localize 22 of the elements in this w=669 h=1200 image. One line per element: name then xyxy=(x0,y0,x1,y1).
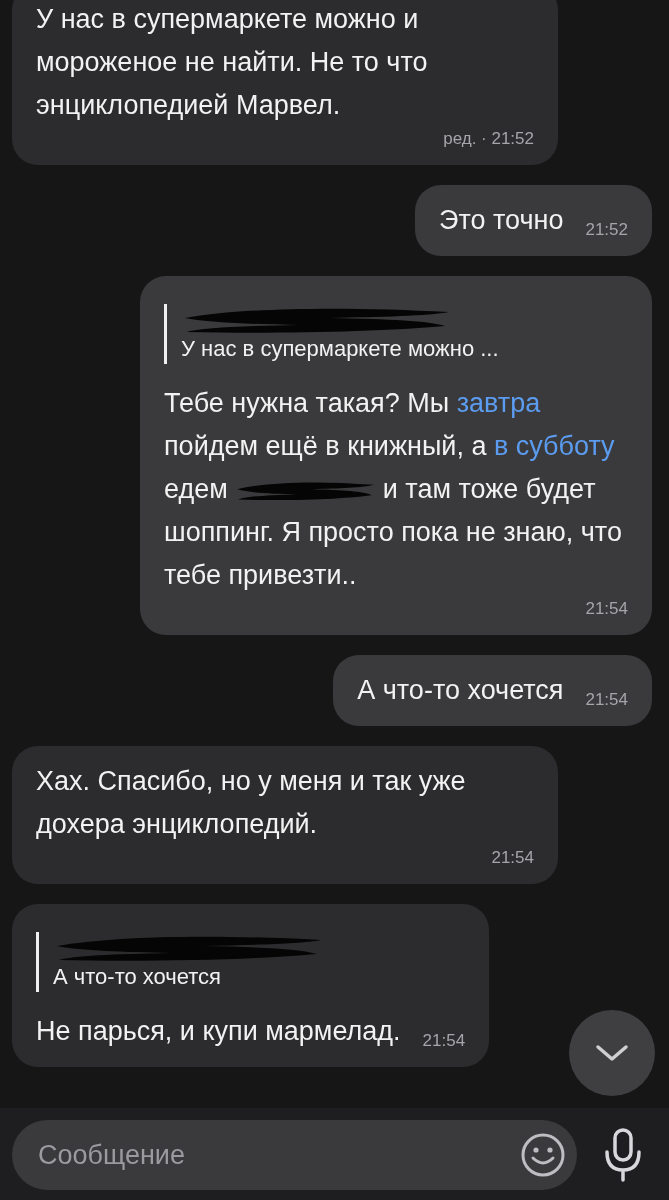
reply-quote[interactable]: А что-то хочется xyxy=(36,932,466,992)
microphone-icon[interactable] xyxy=(603,1128,643,1182)
date-link[interactable]: в субботу xyxy=(493,431,615,461)
emoji-icon[interactable] xyxy=(519,1131,567,1179)
message-text: Это точно xyxy=(439,204,564,237)
quoted-text: У нас в супермаркете можно ... xyxy=(181,335,500,363)
message-text: Не парься, и купи мармелад. xyxy=(36,1015,401,1048)
reply-quote[interactable]: У нас в супермаркете можно ... xyxy=(164,304,628,364)
message-text: У нас в супермаркете можно и мороженое не найти. Не то что энциклопедией Марвел. xyxy=(36,3,429,122)
message-time: 21:54 xyxy=(584,689,628,711)
chevron-down-icon xyxy=(594,1043,630,1063)
message-text: Хах. Спасибо, но у меня и так уже дохера энциклопедий. xyxy=(36,765,467,841)
message-field[interactable]: Сообщение xyxy=(12,1120,577,1190)
message-time: 21:52 xyxy=(584,219,628,241)
message-time: ред. · 21:52 xyxy=(442,128,534,150)
message-time: 21:54 xyxy=(490,847,534,869)
date-link[interactable]: завтра xyxy=(456,388,541,418)
quoted-text: А что-то хочется xyxy=(53,963,223,991)
message-text: Тебе нужна такая? Мы завтра пойдем ещё в книжный, а в субботу едем и там тоже будет шоппинг. Я просто пока не знаю, что тебе привезти.. xyxy=(164,387,623,592)
message-time: 21:54 xyxy=(584,598,628,620)
message-text: А что-то хочется xyxy=(357,674,564,707)
message-time: 21:54 xyxy=(421,1030,466,1052)
